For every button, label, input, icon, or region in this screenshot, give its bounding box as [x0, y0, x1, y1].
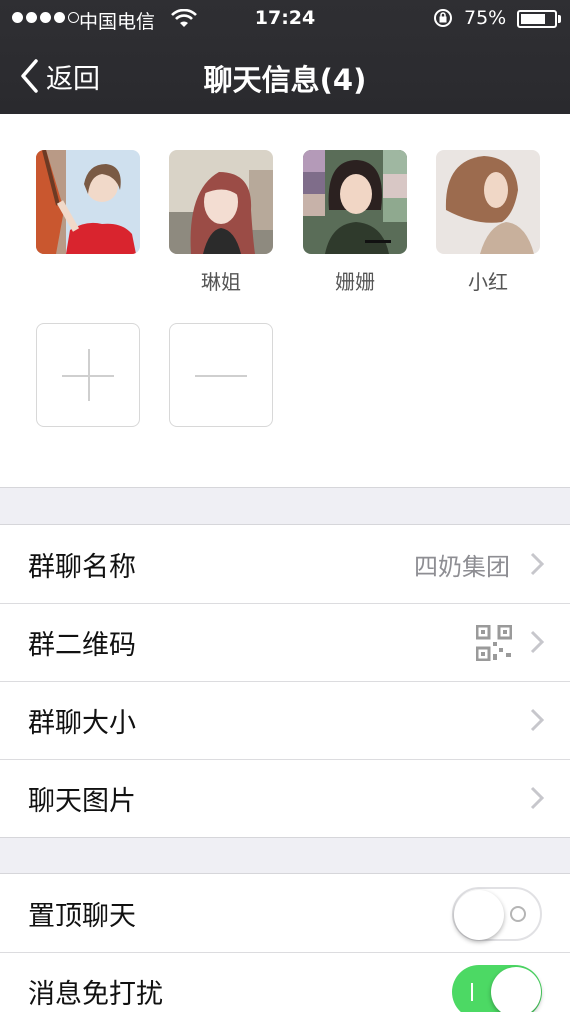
- group-settings-list: 群聊名称 四奶集团 群二维码 群聊大小 聊天图片: [0, 524, 570, 838]
- member-name: 琳姐: [201, 270, 241, 294]
- chat-images-row[interactable]: 聊天图片: [0, 759, 570, 837]
- row-label: 置顶聊天: [28, 901, 136, 932]
- member-grid: 琳姐 姗姗 小红: [0, 114, 570, 488]
- member-item[interactable]: 姗姗: [303, 150, 407, 294]
- avatar: [36, 150, 140, 254]
- row-label: 群聊大小: [28, 708, 136, 739]
- row-label: 聊天图片: [28, 786, 136, 817]
- mute-notifications-row: 消息免打扰: [0, 952, 570, 1012]
- status-bar: 中国电信 17:24 75%: [0, 0, 570, 38]
- pin-chat-toggle[interactable]: [452, 887, 542, 941]
- add-member-button[interactable]: [36, 323, 140, 427]
- top-bar: 中国电信 17:24 75% 返回 聊天信息(4): [0, 0, 570, 114]
- mute-notifications-toggle[interactable]: [452, 965, 542, 1012]
- remove-member-button[interactable]: [169, 323, 273, 427]
- avatar: [436, 150, 540, 254]
- member-name: 姗姗: [335, 270, 375, 294]
- battery-percentage: 75%: [464, 7, 507, 29]
- qr-code-icon: [476, 625, 512, 661]
- group-name-row[interactable]: 群聊名称 四奶集团: [0, 525, 570, 603]
- chevron-right-icon: [530, 708, 544, 732]
- member-name: [36, 266, 140, 290]
- avatar: [303, 150, 407, 254]
- avatar: [169, 150, 273, 254]
- group-qr-code-row[interactable]: 群二维码: [0, 603, 570, 681]
- rotation-lock-icon: [434, 9, 452, 27]
- member-item[interactable]: 小红: [436, 150, 540, 294]
- group-name-value: 四奶集团: [414, 553, 510, 581]
- pin-chat-row: 置顶聊天: [0, 874, 570, 952]
- group-size-row[interactable]: 群聊大小: [0, 681, 570, 759]
- chevron-right-icon: [530, 552, 544, 576]
- member-item[interactable]: [36, 150, 140, 290]
- battery-icon: [517, 10, 557, 28]
- chevron-right-icon: [530, 630, 544, 654]
- member-item[interactable]: 琳姐: [169, 150, 273, 294]
- row-label: 消息免打扰: [28, 979, 163, 1010]
- row-label: 群二维码: [28, 630, 136, 661]
- chat-options-list: 置顶聊天 消息免打扰: [0, 873, 570, 1012]
- page-title: 聊天信息(4): [203, 63, 367, 97]
- row-label: 群聊名称: [28, 552, 136, 583]
- minus-icon: [195, 375, 247, 377]
- chevron-right-icon: [530, 786, 544, 810]
- member-name: 小红: [468, 270, 508, 294]
